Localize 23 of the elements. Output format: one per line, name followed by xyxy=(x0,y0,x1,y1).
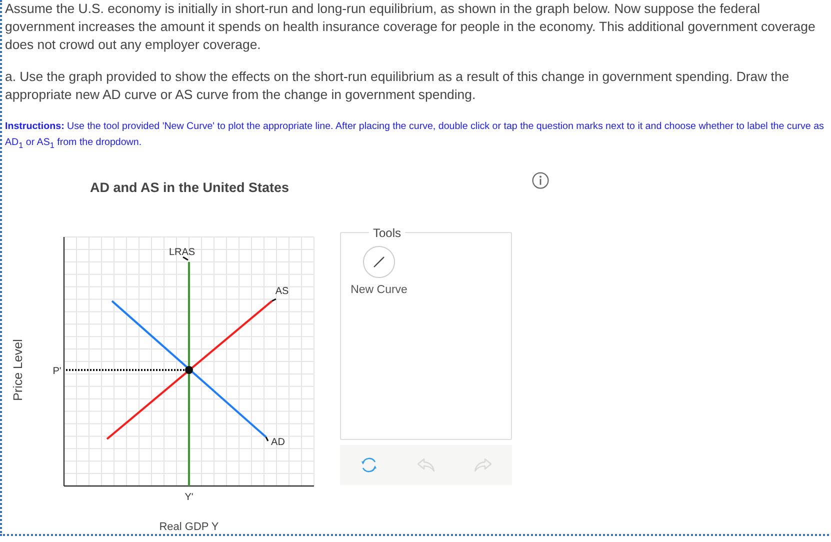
instructions-text: Instructions: Use the tool provided 'New Curve' to plot the appropriate line. After placing the curve, double click or tap the question marks next to it and choose whether to label the curve as AD$_{1}$ or AS$_{1}$ from the dropdown. xyxy=(5,120,825,152)
tools-legend: Tools xyxy=(369,226,406,240)
curve-label: LRAS xyxy=(168,246,196,258)
equilibrium-point xyxy=(185,366,193,374)
question-text: a. Use the graph provided to show the effects on the short-run equilibrium as a result of this change in government spending. Draw the appropriate new AD curve or AS curve from the change in government spending. xyxy=(5,68,790,104)
info-icon[interactable] xyxy=(532,172,549,189)
tick-label: P' xyxy=(52,366,62,377)
undo-icon xyxy=(416,456,435,473)
curve-label: AS xyxy=(275,286,289,297)
question-text: Assume the U.S. economy is initially in short-run and long-run equilibrium, as shown in the graph below. Now suppose the federal government increases the amount it spends on health insurance coverage for people in the economy. This additional government coverage does not crowd out any employer coverage. xyxy=(5,0,816,54)
axis-label: Price Level xyxy=(11,339,25,401)
label-tick xyxy=(272,298,276,302)
curve-label: AD xyxy=(271,436,285,448)
tick-label: Y' xyxy=(184,492,194,503)
label-tick xyxy=(182,256,188,261)
axis-label: Real GDP Y xyxy=(159,520,219,533)
tool-label: New Curve xyxy=(350,284,408,296)
line-icon xyxy=(373,256,385,268)
refresh-icon xyxy=(360,456,378,474)
redo-icon xyxy=(474,456,492,473)
line-tool-button[interactable] xyxy=(363,246,395,278)
graph-title: AD and AS in the United States xyxy=(89,180,290,195)
label-tick xyxy=(265,436,269,442)
